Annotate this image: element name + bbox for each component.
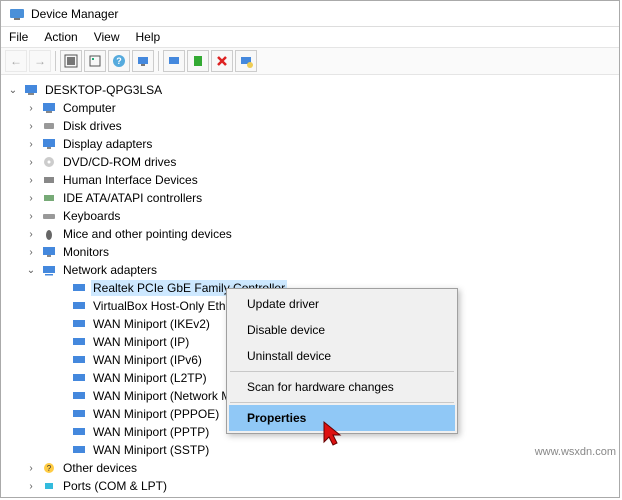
ctx-separator (230, 402, 454, 403)
menu-file[interactable]: File (9, 30, 28, 44)
computer-icon (23, 82, 39, 98)
category-keyboards[interactable]: ›Keyboards (3, 207, 617, 225)
network-adapter-icon (71, 424, 87, 440)
expander-icon[interactable]: › (25, 156, 37, 168)
app-icon (9, 6, 25, 22)
refresh-button[interactable] (132, 50, 154, 72)
toolbar-separator (55, 51, 56, 71)
toolbar: ← → ? (1, 47, 619, 75)
ctx-disable-device[interactable]: Disable device (229, 317, 455, 343)
menu-help[interactable]: Help (136, 30, 161, 44)
expander-icon[interactable]: › (25, 210, 37, 222)
uninstall-button[interactable] (211, 50, 233, 72)
monitor-icon (41, 244, 57, 260)
keyboard-icon (41, 208, 57, 224)
network-adapter-icon (71, 370, 87, 386)
network-adapter-icon (71, 388, 87, 404)
disk-icon (41, 118, 57, 134)
expander-icon[interactable]: › (25, 246, 37, 258)
category-monitors[interactable]: ›Monitors (3, 243, 617, 261)
ide-icon (41, 190, 57, 206)
expander-icon[interactable]: ⌄ (25, 264, 37, 276)
network-adapter-icon (71, 316, 87, 332)
expander-icon[interactable]: › (25, 192, 37, 204)
ctx-uninstall-device[interactable]: Uninstall device (229, 343, 455, 369)
category-display[interactable]: ›Display adapters (3, 135, 617, 153)
network-adapter-icon (71, 442, 87, 458)
back-button: ← (5, 50, 27, 72)
other-icon: ? (41, 460, 57, 476)
category-ports[interactable]: ›Ports (COM & LPT) (3, 477, 617, 495)
network-adapter-icon (71, 334, 87, 350)
category-mice[interactable]: ›Mice and other pointing devices (3, 225, 617, 243)
disable-button[interactable] (235, 50, 257, 72)
expander-icon[interactable]: › (25, 174, 37, 186)
category-ide[interactable]: ›IDE ATA/ATAPI controllers (3, 189, 617, 207)
scan-hardware-button[interactable] (187, 50, 209, 72)
expander-icon[interactable]: › (25, 480, 37, 492)
properties-button[interactable] (84, 50, 106, 72)
svg-text:?: ? (116, 56, 122, 66)
forward-button: → (29, 50, 51, 72)
network-adapter-icon (71, 406, 87, 422)
expander-icon[interactable]: › (25, 138, 37, 150)
menu-view[interactable]: View (94, 30, 120, 44)
expander-icon[interactable]: › (25, 120, 37, 132)
computer-icon (41, 100, 57, 116)
ctx-separator (230, 371, 454, 372)
expander-icon[interactable]: › (25, 228, 37, 240)
ctx-update-driver[interactable]: Update driver (229, 291, 455, 317)
hid-icon (41, 172, 57, 188)
svg-text:?: ? (47, 464, 52, 473)
mouse-icon (41, 226, 57, 242)
help-button[interactable]: ? (108, 50, 130, 72)
network-adapter-icon (71, 280, 87, 296)
root-node[interactable]: ⌄ DESKTOP-QPG3LSA (3, 81, 617, 99)
toolbar-separator (158, 51, 159, 71)
root-label: DESKTOP-QPG3LSA (43, 82, 164, 98)
category-computer[interactable]: ›Computer (3, 99, 617, 117)
device-wan-sstp[interactable]: WAN Miniport (SSTP) (3, 441, 617, 459)
expander-icon[interactable]: › (25, 102, 37, 114)
ports-icon (41, 478, 57, 494)
context-menu: Update driver Disable device Uninstall d… (226, 288, 458, 434)
network-icon (41, 262, 57, 278)
watermark: www.wsxdn.com (535, 446, 616, 458)
category-disk[interactable]: ›Disk drives (3, 117, 617, 135)
category-dvd[interactable]: ›DVD/CD-ROM drives (3, 153, 617, 171)
dvd-icon (41, 154, 57, 170)
menubar: File Action View Help (1, 27, 619, 47)
expander-icon[interactable]: › (25, 462, 37, 474)
ctx-properties[interactable]: Properties (229, 405, 455, 431)
menu-action[interactable]: Action (44, 30, 77, 44)
category-hid[interactable]: ›Human Interface Devices (3, 171, 617, 189)
network-adapter-icon (71, 298, 87, 314)
expander-icon[interactable]: ⌄ (7, 84, 19, 96)
window-title: Device Manager (31, 7, 118, 21)
category-network[interactable]: ⌄Network adapters (3, 261, 617, 279)
show-hidden-button[interactable] (60, 50, 82, 72)
category-other[interactable]: ›?Other devices (3, 459, 617, 477)
network-adapter-icon (71, 352, 87, 368)
display-icon (41, 136, 57, 152)
titlebar: Device Manager (1, 1, 619, 27)
ctx-scan-hardware[interactable]: Scan for hardware changes (229, 374, 455, 400)
update-driver-button[interactable] (163, 50, 185, 72)
